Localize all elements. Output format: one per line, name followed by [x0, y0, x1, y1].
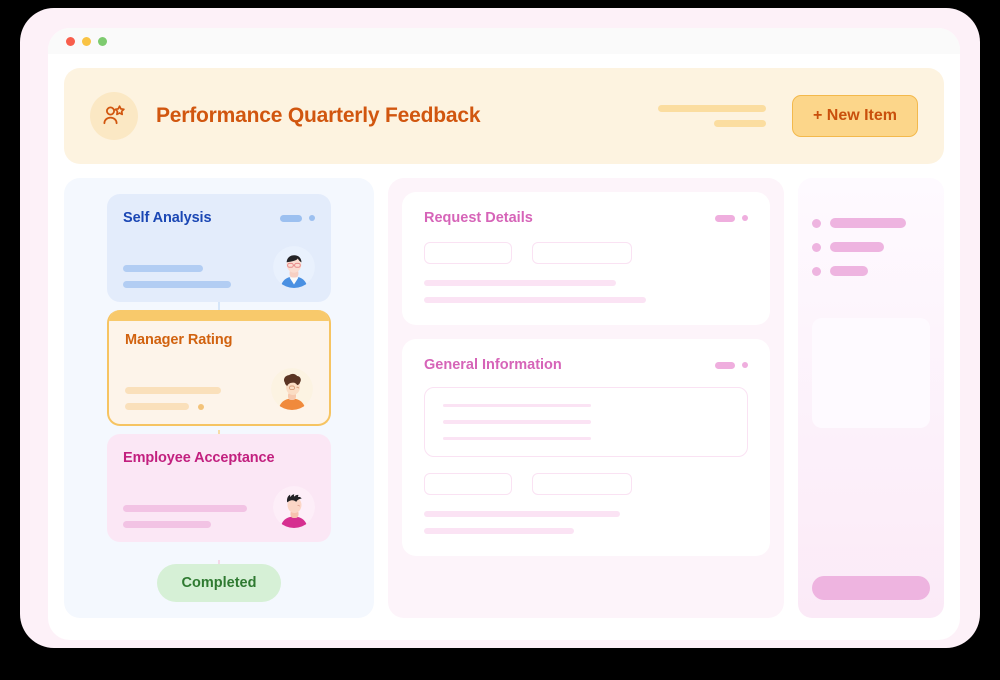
- input-field[interactable]: [532, 473, 632, 495]
- list-item-label: [830, 218, 906, 228]
- bullet-icon: [812, 242, 821, 252]
- header-line-1: [657, 105, 766, 112]
- right-rail-panel: [798, 178, 944, 618]
- list-item[interactable]: [812, 242, 930, 252]
- step-placeholder-lines: [123, 265, 231, 288]
- step-placeholder-lines: [123, 505, 247, 528]
- meta-pill-icon: [715, 214, 735, 222]
- step-meta: [280, 214, 315, 222]
- bullet-icon: [812, 266, 821, 276]
- rail-action-button[interactable]: [812, 576, 930, 600]
- placeholder-text-lines: [424, 280, 748, 303]
- bullet-icon: [812, 218, 821, 228]
- field-row: [424, 473, 748, 495]
- field-row: [424, 242, 748, 264]
- step-placeholder-lines: [125, 387, 221, 410]
- form-card-general-information: General Information: [402, 339, 770, 556]
- textarea-field[interactable]: [424, 387, 748, 457]
- form-card-meta: [715, 361, 748, 369]
- form-card-title: Request Details: [424, 210, 533, 226]
- input-field[interactable]: [424, 242, 512, 264]
- step-title: Employee Acceptance: [123, 450, 275, 466]
- meta-dot-icon: [309, 215, 315, 221]
- meta-dot-icon: [198, 403, 204, 410]
- maximize-icon[interactable]: [98, 36, 107, 46]
- avatar-glasses-blue-shirt: [273, 246, 315, 288]
- status-badge[interactable]: Completed: [157, 564, 281, 602]
- workflow-step-employee-acceptance[interactable]: Employee Acceptance: [107, 434, 331, 542]
- close-icon[interactable]: [66, 36, 75, 46]
- header-placeholder-lines: [657, 105, 766, 127]
- workflow-step-self-analysis[interactable]: Self Analysis: [107, 194, 331, 302]
- input-field[interactable]: [532, 242, 632, 264]
- meta-pill-icon: [715, 361, 735, 369]
- list-item-label: [830, 242, 884, 252]
- step-accent-bar: [109, 310, 329, 321]
- workflow-panel: Self Analysis Manager Rating Employee Ac…: [64, 178, 374, 618]
- user-star-icon: [90, 92, 138, 140]
- page-header: Performance Quarterly Feedback + New Ite…: [64, 68, 944, 164]
- meta-pill-icon: [280, 214, 302, 222]
- avatar-spiky-magenta-shirt: [273, 486, 315, 528]
- main-content: Self Analysis Manager Rating Employee Ac…: [64, 178, 944, 618]
- window-titlebar: [48, 28, 960, 54]
- form-card-title: General Information: [424, 357, 562, 373]
- form-panel: Request Details General Information: [388, 178, 784, 618]
- list-item[interactable]: [812, 266, 930, 276]
- meta-dot-icon: [742, 215, 748, 221]
- step-title: Manager Rating: [125, 332, 233, 348]
- step-title: Self Analysis: [123, 210, 212, 226]
- rail-list: [812, 218, 930, 276]
- form-card-meta: [715, 214, 748, 222]
- workflow-step-manager-rating[interactable]: Manager Rating: [107, 310, 331, 426]
- meta-dot-icon: [742, 362, 748, 368]
- page-title: Performance Quarterly Feedback: [156, 104, 481, 127]
- new-item-button[interactable]: + New Item: [791, 95, 918, 137]
- placeholder-text-lines: [424, 511, 748, 534]
- image-placeholder: [812, 318, 930, 428]
- browser-window: Performance Quarterly Feedback + New Ite…: [48, 28, 960, 640]
- minimize-icon[interactable]: [82, 36, 91, 46]
- input-field[interactable]: [424, 473, 512, 495]
- header-line-2: [713, 120, 766, 127]
- form-card-request-details: Request Details: [402, 192, 770, 325]
- list-item-label: [830, 266, 868, 276]
- avatar-curly-orange-shirt: [271, 368, 313, 410]
- list-item[interactable]: [812, 218, 930, 228]
